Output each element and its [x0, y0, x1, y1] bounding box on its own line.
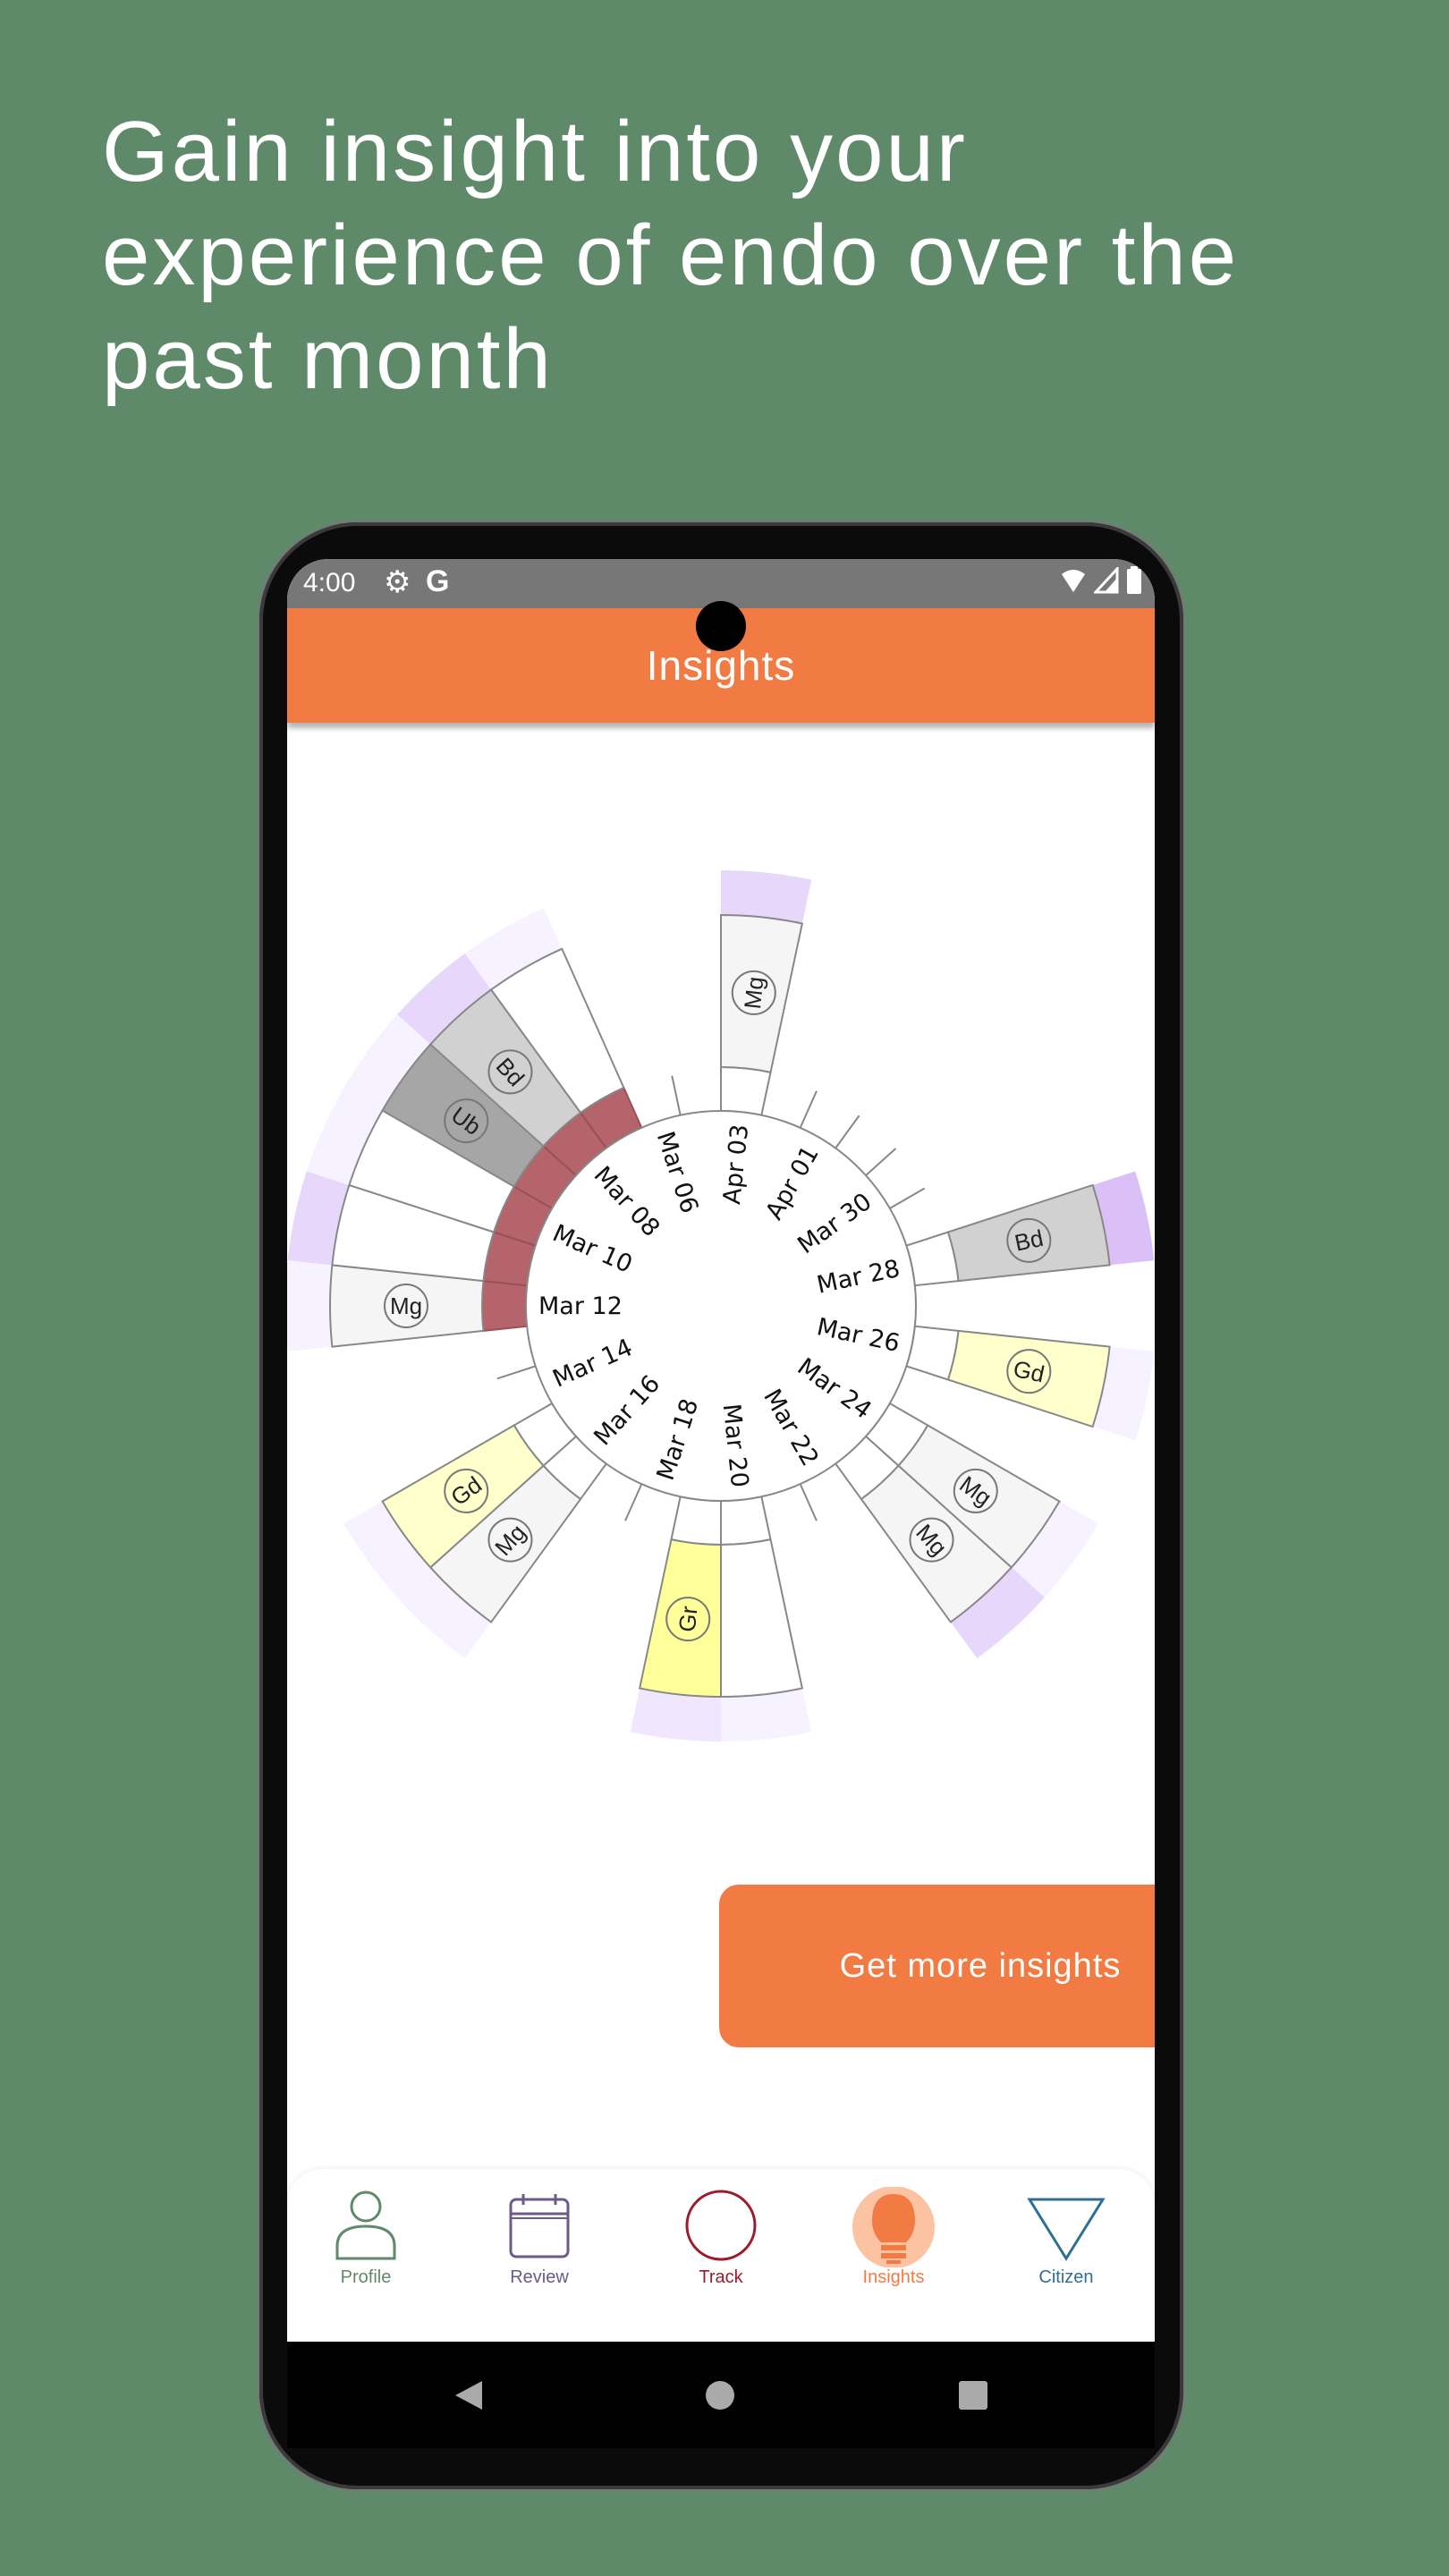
nav-insights[interactable]: Insights	[822, 2187, 965, 2321]
recents-icon[interactable]	[958, 2380, 988, 2411]
date-label: Mar 12	[538, 1292, 623, 1320]
day-tick	[624, 1483, 643, 1521]
day-inner-segment	[670, 1496, 722, 1546]
period-segment	[481, 1279, 529, 1333]
headline: Gain insight into your experience of end…	[102, 104, 1240, 407]
day-tick	[496, 1365, 536, 1380]
phone-frame: 4:00 ⚙ G Insights Mg Bd Gd Mg Mg Gr Mg Gd Mg Ub Bd…	[259, 522, 1183, 2489]
get-more-insights-label: Get more insights	[839, 1946, 1122, 1985]
bottom-nav: Profile Review Track Insights Citizen	[287, 2169, 1155, 2342]
circle-icon	[685, 2190, 757, 2261]
day-tick	[889, 1187, 926, 1209]
home-icon[interactable]	[705, 2380, 735, 2411]
day-tick	[835, 1114, 860, 1149]
triangle-icon	[1027, 2198, 1106, 2261]
screen: 4:00 ⚙ G Insights Mg Bd Gd Mg Mg Gr Mg Gd Mg Ub Bd…	[287, 559, 1155, 2342]
symptom-code-label: Mg	[390, 1292, 422, 1319]
system-nav-bar	[287, 2342, 1155, 2448]
day-inner-segment	[720, 1496, 772, 1546]
day-inner-segment	[720, 1065, 772, 1116]
symptom-code-label: Mg	[739, 975, 769, 1010]
nav-profile[interactable]: Profile	[294, 2187, 437, 2321]
symptom-segment	[720, 1538, 804, 1699]
nav-label: Profile	[340, 2267, 392, 2287]
nav-label: Track	[699, 2267, 743, 2287]
symptom-code-label: Gr	[674, 1605, 703, 1633]
nav-citizen[interactable]: Citizen	[995, 2187, 1138, 2321]
person-icon	[335, 2190, 396, 2260]
calendar-icon	[509, 2194, 570, 2258]
intensity-band-segment	[287, 1260, 333, 1352]
camera-cutout	[696, 601, 746, 651]
day-tick	[671, 1075, 682, 1115]
nav-track[interactable]: Track	[649, 2187, 792, 2321]
nav-review[interactable]: Review	[468, 2187, 611, 2321]
nav-label: Review	[510, 2267, 569, 2287]
day-tick	[799, 1483, 818, 1521]
back-icon[interactable]	[453, 2379, 484, 2411]
day-tick	[799, 1090, 818, 1129]
day-tick	[865, 1148, 897, 1176]
get-more-insights-button[interactable]: Get more insights	[719, 1885, 1155, 2047]
nav-label: Citizen	[1038, 2267, 1094, 2287]
nav-label: Insights	[862, 2267, 925, 2287]
lightbulb-icon	[852, 2187, 935, 2267]
